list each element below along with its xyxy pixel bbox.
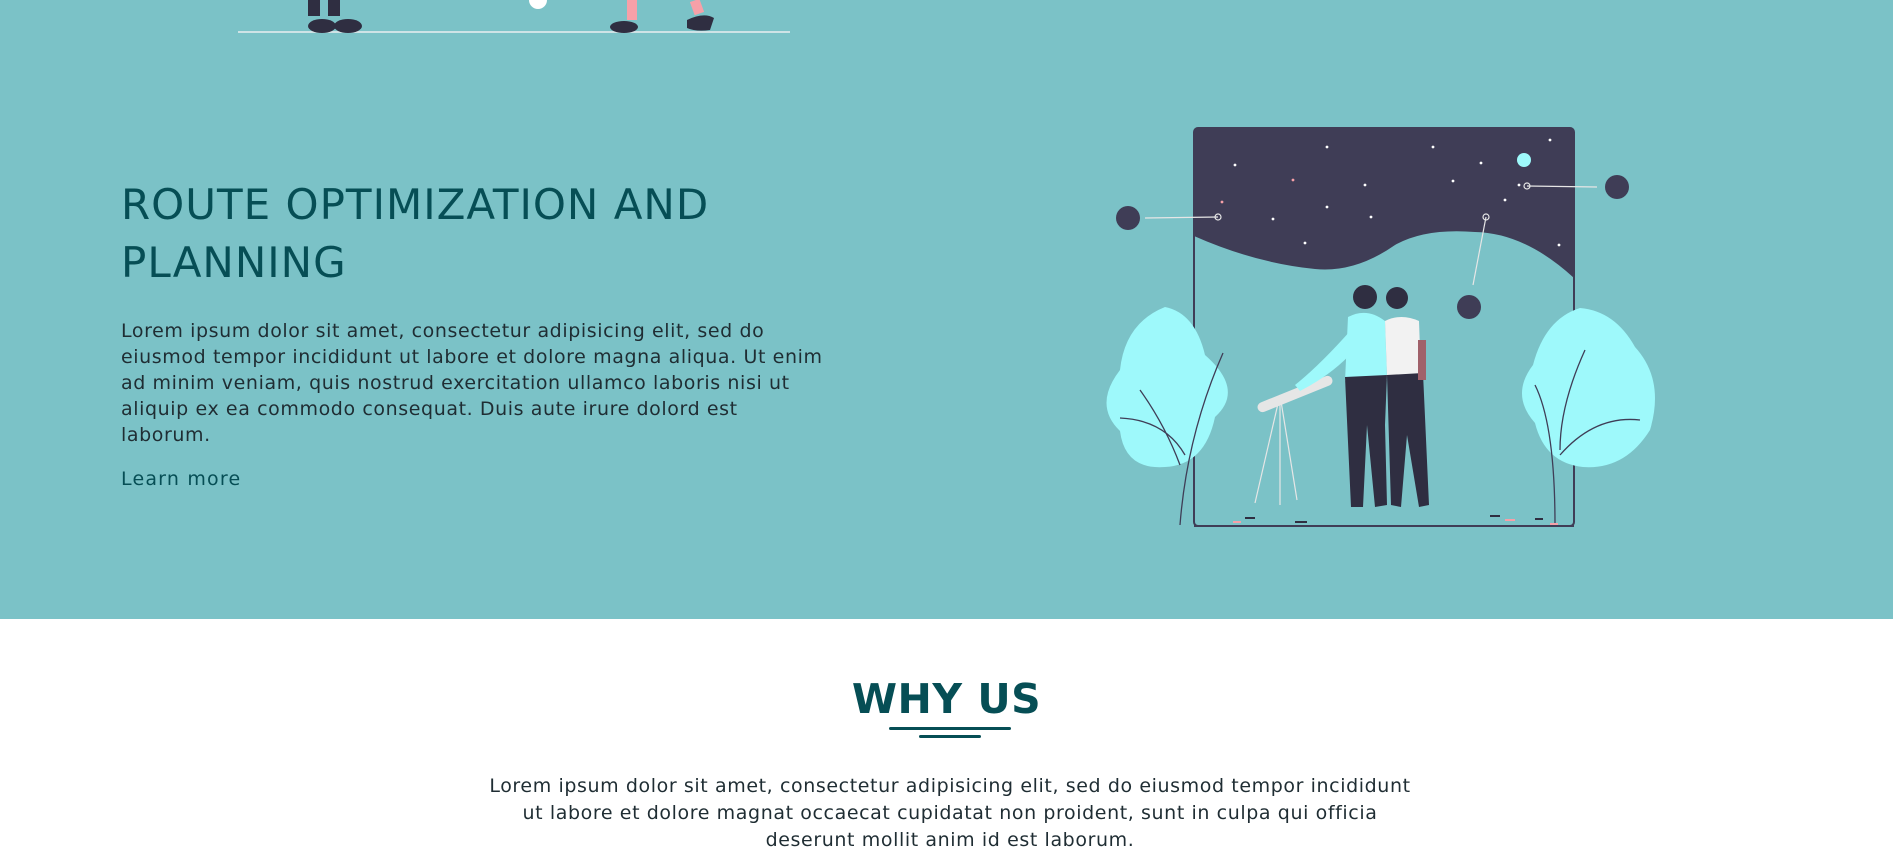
stargazing-illustration	[1106, 127, 1655, 527]
feature-section: ROUTE OPTIMIZATION AND PLANNING Lorem ip…	[0, 0, 1893, 619]
why-us-title: WHY US	[851, 675, 1042, 723]
feature-text-block: ROUTE OPTIMIZATION AND PLANNING Lorem ip…	[121, 176, 841, 490]
learn-more-link[interactable]: Learn more	[121, 468, 241, 490]
feature-title: ROUTE OPTIMIZATION AND PLANNING	[121, 180, 710, 287]
feature-description: Lorem ipsum dolor sit amet, consectetur …	[121, 320, 823, 446]
why-us-description: Lorem ipsum dolor sit amet, consectetur …	[489, 775, 1411, 851]
people-illustration-partial	[238, 0, 790, 33]
title-underline-decoration	[889, 727, 1011, 738]
why-us-section: WHY US Lorem ipsum dolor sit amet, conse…	[0, 619, 1893, 861]
